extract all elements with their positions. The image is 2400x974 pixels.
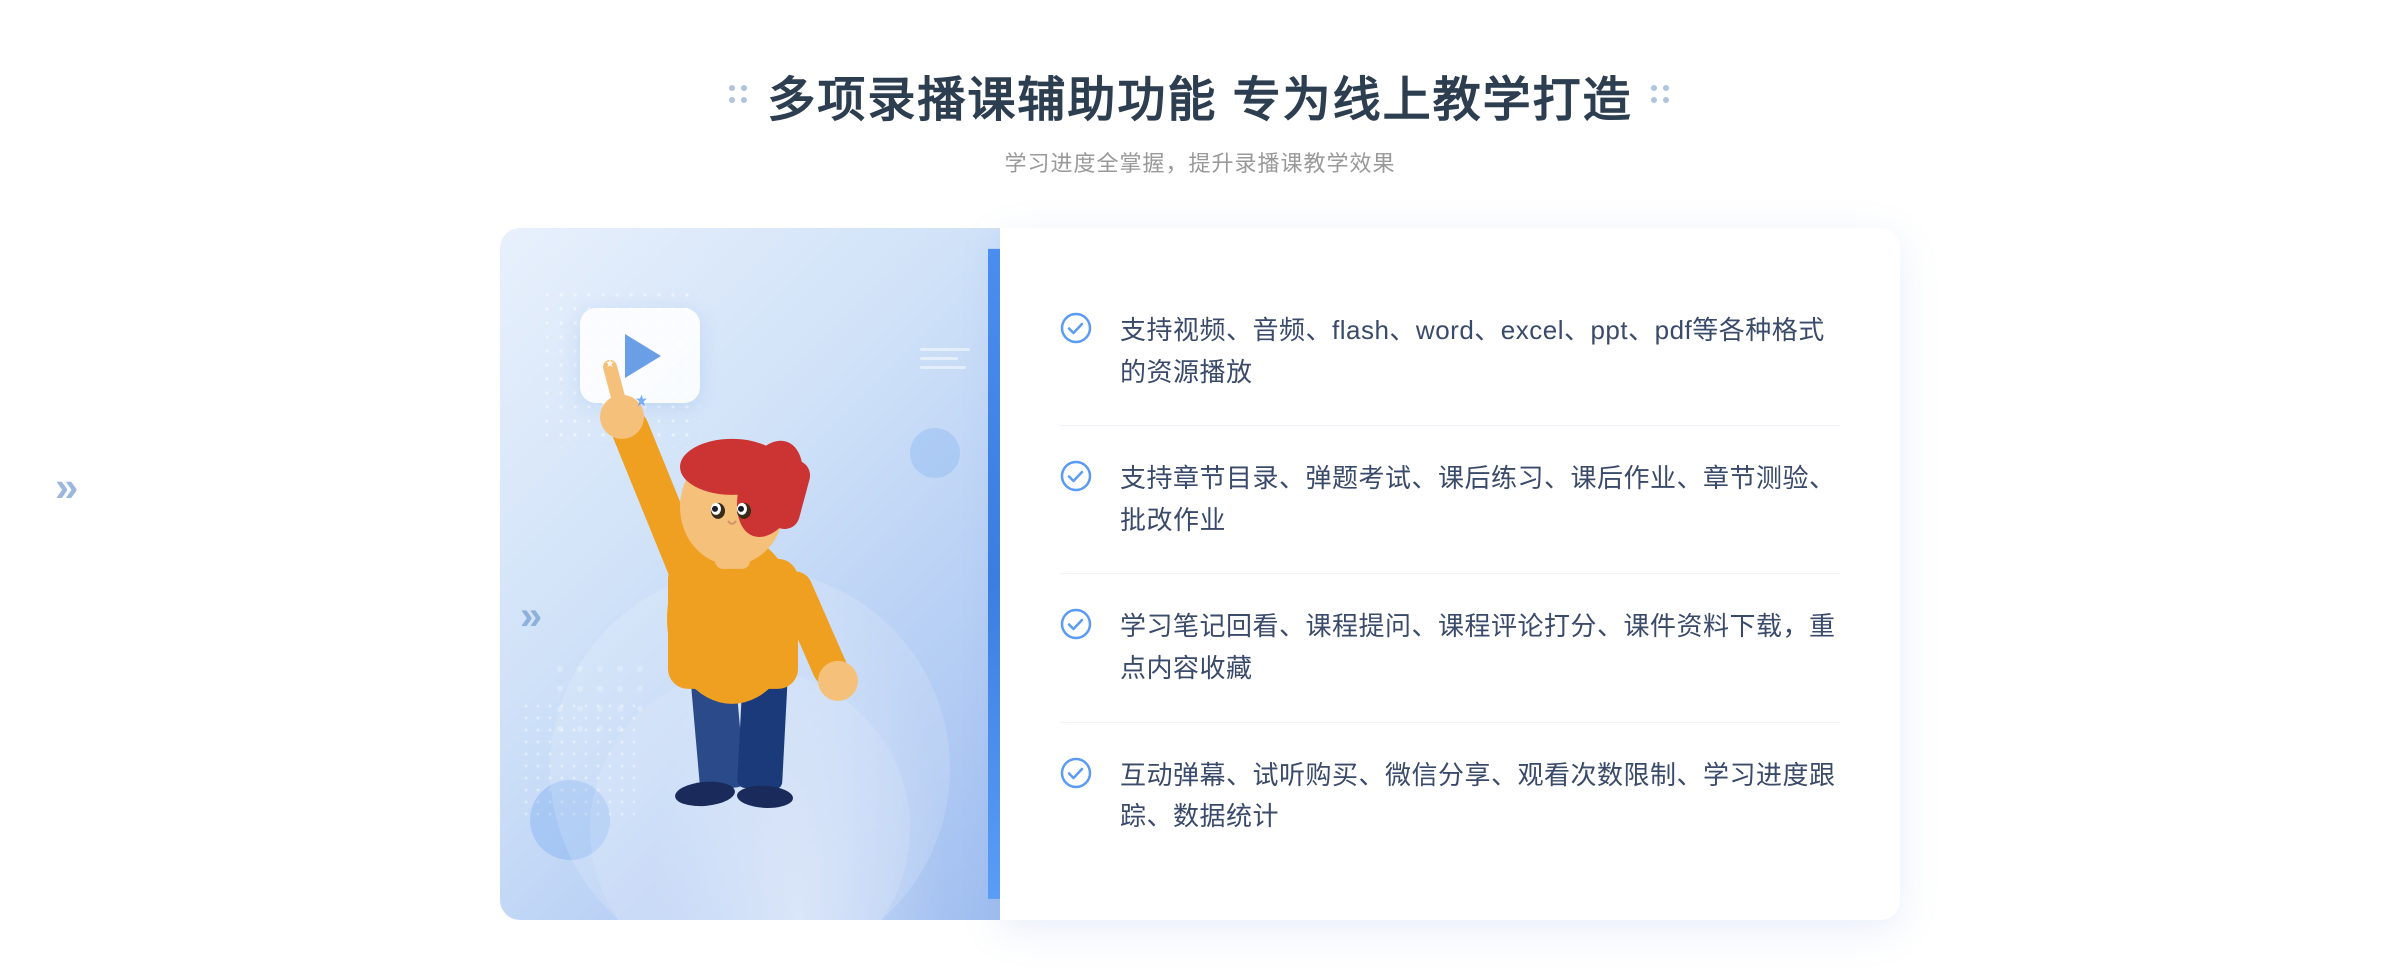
svg-text:»: » <box>520 594 542 638</box>
page-wrapper: 多项录播课辅助功能 专为线上教学打造 学习进度全掌握，提升录播课教学效果 <box>0 0 2400 974</box>
header-section: 多项录播课辅助功能 专为线上教学打造 学习进度全掌握，提升录播课教学效果 <box>729 60 1670 178</box>
left-arrow-decoration: » <box>55 463 78 511</box>
page-subtitle: 学习进度全掌握，提升录播课教学效果 <box>729 146 1670 178</box>
illustration-panel: » <box>500 228 1000 920</box>
check-icon-2 <box>1060 460 1092 492</box>
feature-item-2: 支持章节目录、弹题考试、课后练习、课后作业、章节测验、批改作业 <box>1060 426 1840 574</box>
right-decoration <box>1651 85 1671 105</box>
check-icon-4 <box>1060 757 1092 789</box>
feature-text-2: 支持章节目录、弹题考试、课后练习、课后作业、章节测验、批改作业 <box>1120 458 1840 541</box>
feature-item-1: 支持视频、音频、flash、word、excel、ppt、pdf等各种格式的资源… <box>1060 278 1840 426</box>
header-title-row: 多项录播课辅助功能 专为线上教学打造 <box>729 60 1670 130</box>
arrow-chevron: » <box>55 463 78 510</box>
feature-item-3: 学习笔记回看、课程提问、课程评论打分、课件资料下载，重点内容收藏 <box>1060 574 1840 722</box>
feature-text-4: 互动弹幕、试听购买、微信分享、观看次数限制、学习进度跟踪、数据统计 <box>1120 755 1840 838</box>
check-icon-3 <box>1060 608 1092 640</box>
feature-text-1: 支持视频、音频、flash、word、excel、ppt、pdf等各种格式的资源… <box>1120 310 1840 393</box>
feature-item-4: 互动弹幕、试听购买、微信分享、观看次数限制、学习进度跟踪、数据统计 <box>1060 723 1840 870</box>
features-panel: 支持视频、音频、flash、word、excel、ppt、pdf等各种格式的资源… <box>1000 228 1900 920</box>
page-title: 多项录播课辅助功能 专为线上教学打造 <box>767 60 1632 130</box>
character-illustration: » <box>500 228 1000 920</box>
check-icon-1 <box>1060 312 1092 344</box>
main-content: » <box>500 228 1900 920</box>
left-decoration <box>729 85 749 105</box>
feature-text-3: 学习笔记回看、课程提问、课程评论打分、课件资料下载，重点内容收藏 <box>1120 606 1840 689</box>
right-panel-wrapper: 支持视频、音频、flash、word、excel、ppt、pdf等各种格式的资源… <box>1000 228 1900 920</box>
